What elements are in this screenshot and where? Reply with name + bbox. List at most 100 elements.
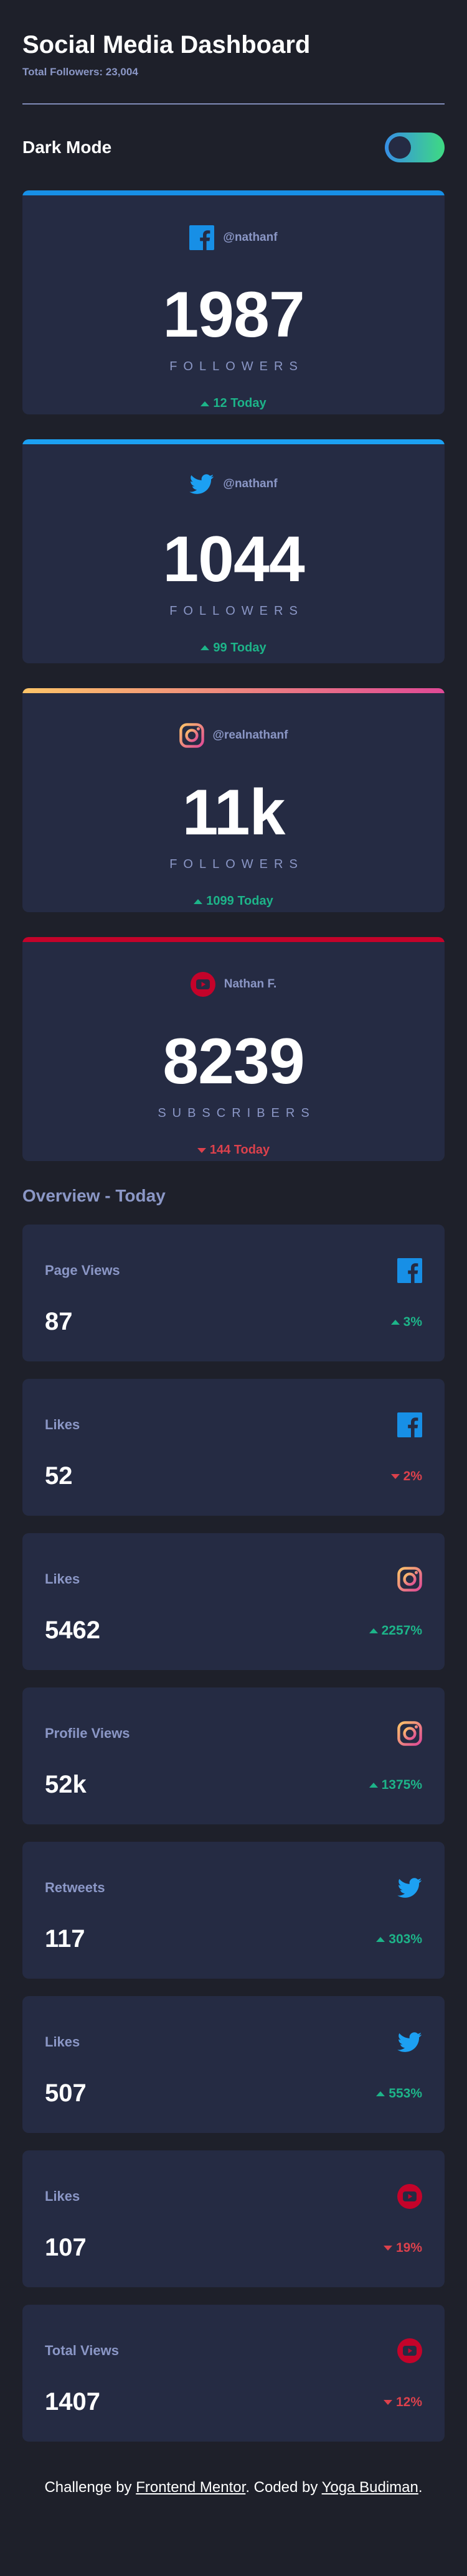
facebook-icon	[189, 225, 215, 250]
arrow-up-icon	[376, 2091, 385, 2096]
overview-change-text: 2%	[403, 1468, 422, 1483]
follower-card-youtube[interactable]: Nathan F. 8239 SUBSCRIBERS 144 Today	[22, 937, 445, 1161]
overview-metric-change: 2257%	[369, 1623, 422, 1638]
overview-metric-label: Likes	[45, 1417, 80, 1432]
toggle-knob	[389, 136, 411, 159]
facebook-icon	[397, 1412, 422, 1437]
card-daily-change: 144 Today	[22, 1143, 445, 1157]
attribution-prefix: Challenge by	[44, 2479, 136, 2496]
card-handle: Nathan F.	[224, 978, 277, 991]
twitter-icon	[397, 1877, 422, 1898]
overview-card-body: 507 553%	[45, 2079, 422, 2107]
overview-card-header: Likes	[45, 1566, 422, 1593]
overview-card-body: 117 303%	[45, 1925, 422, 1953]
youtube-icon	[190, 972, 215, 997]
card-user: Nathan F.	[22, 937, 445, 997]
overview-card-body: 52k 1375%	[45, 1771, 422, 1799]
facebook-icon	[397, 1258, 422, 1283]
arrow-up-icon	[200, 401, 210, 406]
overview-card[interactable]: Total Views 1407 12%	[22, 2305, 445, 2442]
overview-metric-change: 2%	[390, 1468, 422, 1484]
card-accent-bar	[22, 439, 445, 444]
card-follower-count: 1987	[163, 279, 304, 351]
overview-card[interactable]: Profile Views 52k 1375%	[22, 1687, 445, 1824]
card-accent-bar	[22, 190, 445, 195]
arrow-down-icon	[197, 1147, 206, 1153]
overview-metric-label: Likes	[45, 2188, 80, 2204]
dark-mode-row: Dark Mode	[22, 132, 445, 163]
arrow-up-icon	[194, 898, 203, 904]
instagram-icon	[179, 723, 204, 748]
overview-metric-value: 1407	[45, 2388, 100, 2415]
overview-metric-change: 303%	[376, 1932, 422, 1947]
overview-card[interactable]: Likes 52 2%	[22, 1379, 445, 1516]
card-change-text: 12 Today	[213, 396, 267, 410]
card-daily-change: 99 Today	[22, 641, 445, 655]
arrow-up-icon	[369, 1628, 378, 1633]
card-count-label: FOLLOWERS	[169, 360, 304, 373]
overview-metric-change: 12%	[383, 2394, 422, 2410]
frontend-mentor-link[interactable]: Frontend Mentor	[136, 2479, 245, 2496]
instagram-icon	[397, 1721, 422, 1746]
header: Social Media Dashboard Total Followers: …	[22, 0, 445, 163]
follower-card-instagram[interactable]: @realnathanf 11k FOLLOWERS 1099 Today	[22, 688, 445, 912]
card-follower-count: 8239	[163, 1025, 304, 1098]
follower-card-facebook[interactable]: @nathanf 1987 FOLLOWERS 12 Today	[22, 190, 445, 414]
overview-metric-label: Profile Views	[45, 1725, 130, 1741]
card-count-label: SUBSCRIBERS	[158, 1106, 316, 1120]
follower-card-twitter[interactable]: @nathanf 1044 FOLLOWERS 99 Today	[22, 439, 445, 663]
overview-metric-change: 3%	[390, 1314, 422, 1330]
card-accent-bar	[22, 937, 445, 942]
overview-card[interactable]: Retweets 117 303%	[22, 1842, 445, 1979]
overview-metric-change: 1375%	[369, 1778, 422, 1793]
overview-card[interactable]: Likes 507 553%	[22, 1996, 445, 2133]
card-follower-count: 11k	[182, 777, 286, 849]
page-title: Social Media Dashboard	[22, 31, 311, 58]
overview-card-body: 1407 12%	[45, 2388, 422, 2416]
card-change-text: 99 Today	[213, 640, 267, 655]
overview-card-header: Retweets	[45, 1874, 422, 1902]
card-count-label: FOLLOWERS	[169, 604, 304, 618]
overview-metric-value: 5462	[45, 1617, 100, 1644]
overview-card-header: Page Views	[45, 1257, 422, 1284]
arrow-up-icon	[369, 1782, 378, 1788]
overview-metric-label: Page Views	[45, 1262, 120, 1278]
dark-mode-toggle[interactable]	[385, 133, 445, 162]
card-count-label: FOLLOWERS	[169, 857, 304, 871]
card-change-text: 144 Today	[209, 1143, 270, 1157]
arrow-up-icon	[200, 645, 210, 651]
card-user: @realnathanf	[22, 688, 445, 748]
card-accent-bar	[22, 688, 445, 693]
overview-card[interactable]: Likes 107 19%	[22, 2150, 445, 2287]
card-handle: @nathanf	[223, 477, 278, 491]
overview-metric-value: 52	[45, 1462, 73, 1490]
attribution-suffix: .	[418, 2479, 423, 2496]
arrow-up-icon	[390, 1319, 400, 1325]
card-user: @nathanf	[22, 190, 445, 250]
dark-mode-label: Dark Mode	[22, 138, 112, 157]
author-link[interactable]: Yoga Budiman	[322, 2479, 418, 2496]
overview-card-body: 5462 2257%	[45, 1617, 422, 1645]
overview-metric-label: Retweets	[45, 1880, 105, 1895]
attribution-footer: Challenge by Frontend Mentor. Coded by Y…	[22, 2479, 445, 2496]
card-handle: @realnathanf	[212, 729, 288, 742]
overview-change-text: 553%	[389, 2086, 422, 2101]
overview-card-header: Total Views	[45, 2337, 422, 2364]
follower-cards: @nathanf 1987 FOLLOWERS 12 Today @nathan…	[22, 190, 445, 1161]
overview-change-text: 3%	[403, 1314, 422, 1329]
attribution-middle: . Coded by	[245, 2479, 322, 2496]
card-change-text: 1099 Today	[206, 894, 273, 908]
card-user: @nathanf	[22, 439, 445, 495]
overview-metric-label: Likes	[45, 1571, 80, 1587]
overview-metric-change: 553%	[376, 2086, 422, 2101]
total-followers: Total Followers: 23,004	[22, 66, 138, 78]
overview-card-body: 87 3%	[45, 1308, 422, 1336]
arrow-up-icon	[376, 1936, 385, 1942]
overview-metric-value: 107	[45, 2234, 87, 2261]
card-daily-change: 1099 Today	[22, 894, 445, 908]
overview-card[interactable]: Page Views 87 3%	[22, 1225, 445, 1361]
overview-change-text: 12%	[395, 2394, 422, 2409]
arrow-down-icon	[383, 2245, 392, 2251]
overview-metric-value: 507	[45, 2079, 87, 2107]
overview-card[interactable]: Likes 5462 2257%	[22, 1533, 445, 1670]
